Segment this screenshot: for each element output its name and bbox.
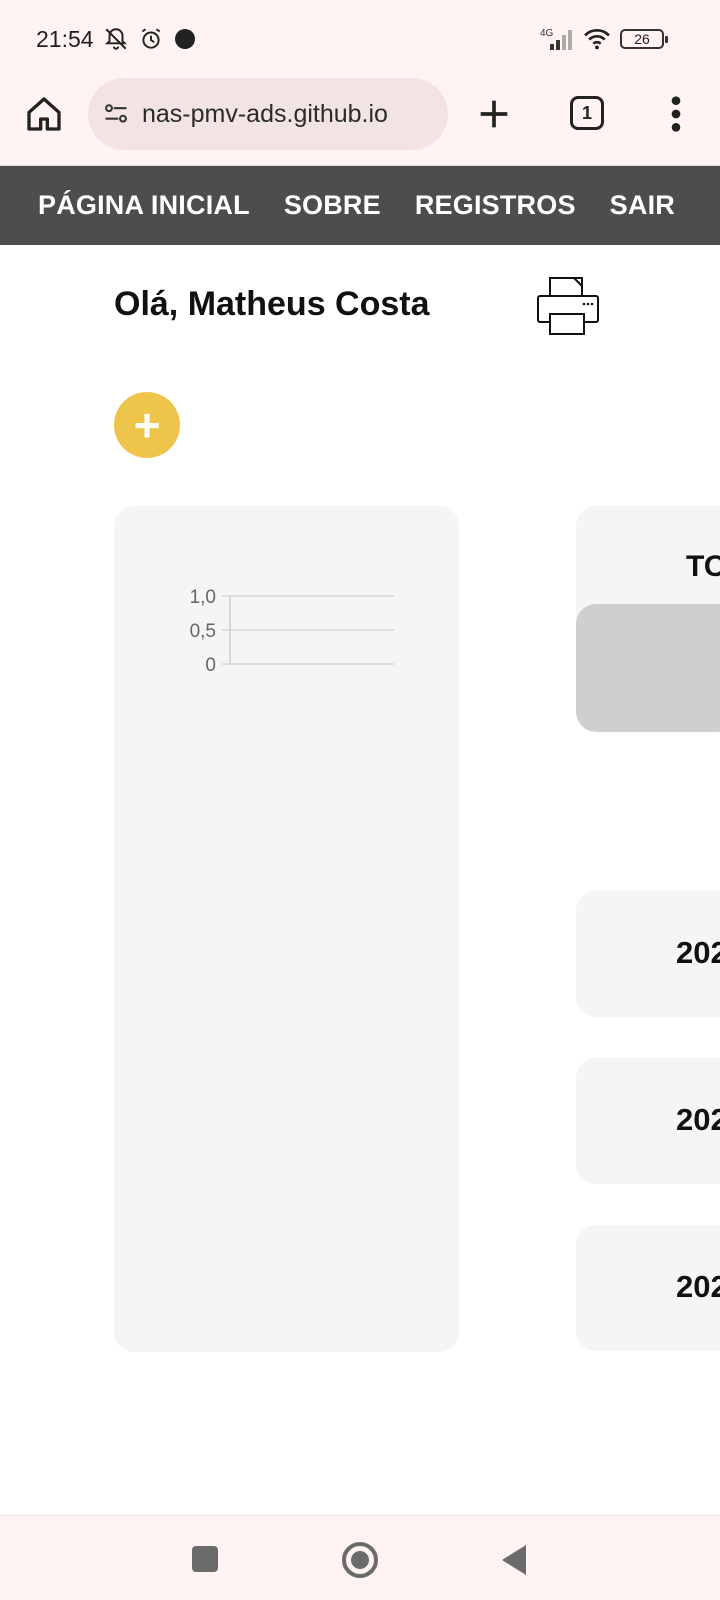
y-tick-label: 0,5: [190, 621, 216, 642]
status-icons-right: 4G 26: [540, 26, 668, 52]
wifi-icon: [584, 29, 610, 50]
status-time: 21:54: [36, 26, 94, 52]
record-card[interactable]: 202: [576, 1058, 720, 1184]
page-title: Olá, Matheus Costa: [114, 285, 430, 323]
total-value-box: [576, 604, 720, 732]
address-bar[interactable]: nas-pmv-ads.github.io: [88, 78, 448, 150]
record-date: 202: [676, 1102, 720, 1137]
printer-icon[interactable]: [536, 276, 600, 336]
home-icon[interactable]: [24, 94, 64, 134]
total-label: TO: [686, 550, 720, 583]
y-tick-label: 1,0: [190, 587, 216, 608]
chart: 1,0 0,5 0: [190, 587, 394, 674]
record-date: 202: [676, 1269, 720, 1304]
tabs-icon[interactable]: 1: [570, 96, 604, 130]
record-card[interactable]: 202: [576, 1225, 720, 1351]
add-record-button[interactable]: +: [114, 392, 180, 458]
app-root: 21:54 4G 26 nas-pmv-ads.github.io 1 PÁGI…: [0, 0, 720, 1600]
dot-icon: [175, 29, 195, 49]
browser-toolbar: nas-pmv-ads.github.io 1: [0, 78, 720, 166]
tab-count: 1: [581, 103, 592, 123]
system-nav-bar: [0, 1515, 720, 1600]
nav-link-about[interactable]: SOBRE: [284, 190, 381, 221]
alarm-icon: [141, 28, 161, 49]
record-card[interactable]: 202: [576, 891, 720, 1017]
back-icon[interactable]: [502, 1545, 526, 1575]
nav-link-records[interactable]: REGISTROS: [415, 190, 576, 221]
nav-link-logout[interactable]: SAIR: [610, 190, 675, 221]
site-nav: PÁGINA INICIAL SOBRE REGISTROS SAIR: [0, 166, 720, 245]
nav-link-home[interactable]: PÁGINA INICIAL: [38, 190, 250, 221]
y-tick-label: 0: [205, 655, 216, 674]
recents-icon[interactable]: [192, 1546, 218, 1572]
status-icons-left: [103, 26, 197, 52]
status-bar: 21:54 4G 26: [0, 0, 720, 80]
signal-icon: 4G: [540, 28, 572, 50]
battery-level: 26: [634, 31, 650, 47]
home-circle-icon[interactable]: [342, 1542, 378, 1578]
total-card: TO: [576, 506, 720, 732]
url-text: nas-pmv-ads.github.io: [142, 99, 388, 128]
add-icon: +: [133, 399, 161, 451]
plus-icon[interactable]: [474, 94, 514, 134]
notifications-off-icon: [104, 28, 128, 50]
site-settings-icon[interactable]: [102, 100, 130, 128]
battery-icon: 26: [620, 29, 668, 49]
record-date: 202: [676, 935, 720, 970]
chart-card: 1,0 0,5 0: [114, 506, 459, 1352]
more-vert-icon[interactable]: [666, 94, 686, 134]
network-type-label: 4G: [540, 28, 554, 39]
